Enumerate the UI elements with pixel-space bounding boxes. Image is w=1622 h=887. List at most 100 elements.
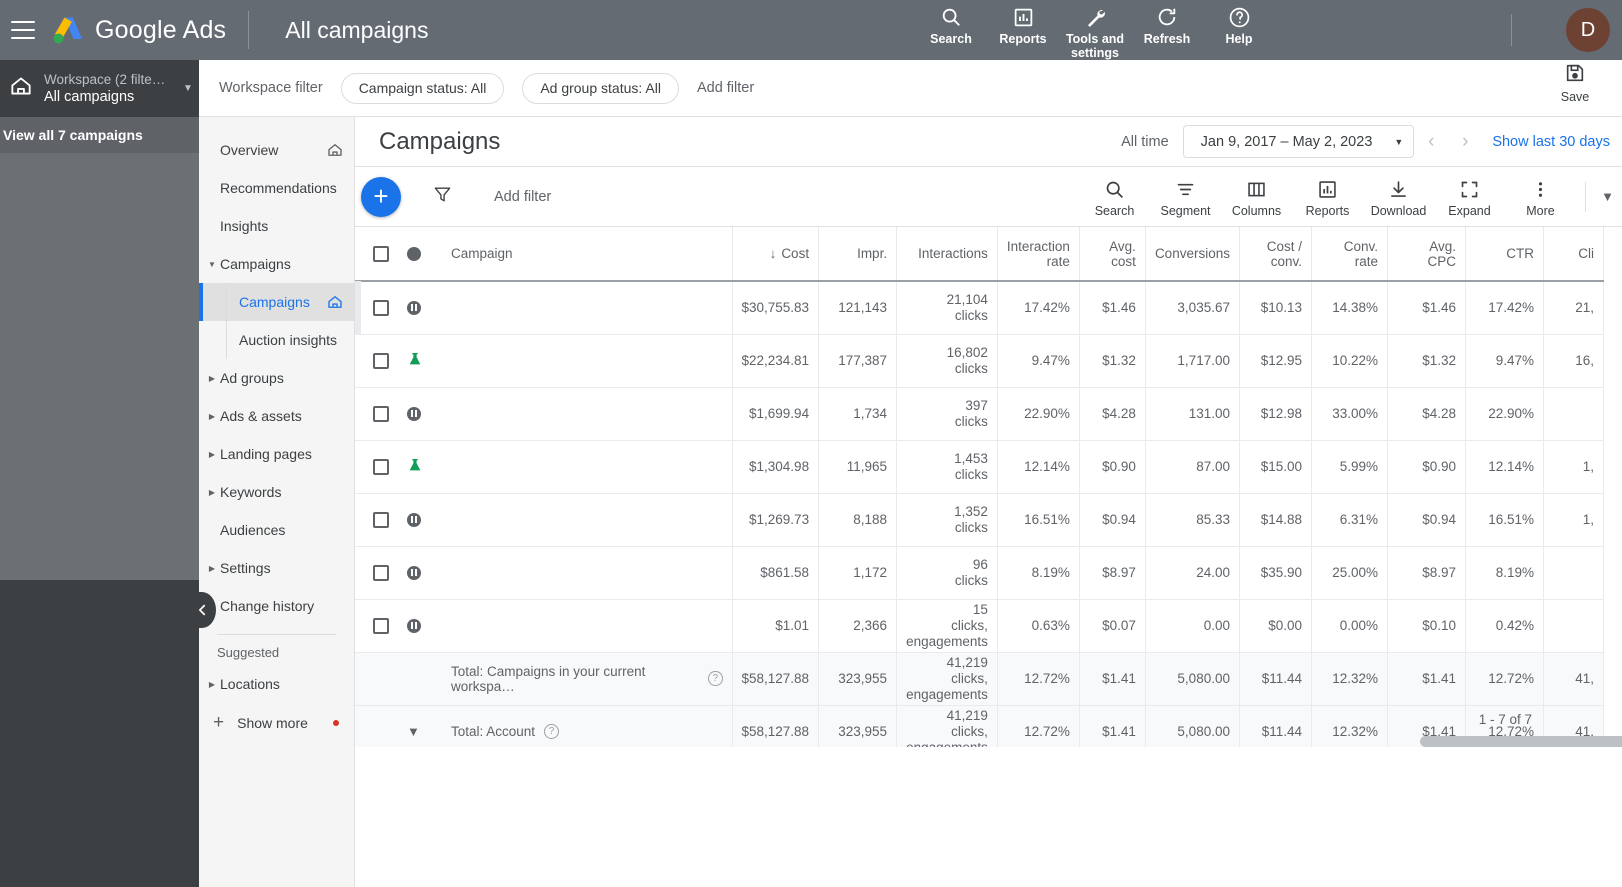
sidebar-item-recommendations[interactable]: Recommendations bbox=[199, 169, 354, 207]
sidebar-item-insights[interactable]: Insights bbox=[199, 207, 354, 245]
row-checkbox[interactable] bbox=[373, 458, 389, 475]
row-checkbox[interactable] bbox=[373, 617, 389, 634]
column-header-cost[interactable]: ↓ Cost bbox=[732, 227, 820, 282]
cell-conversions: 85.33 bbox=[1145, 493, 1240, 546]
sidebar-item-campaigns[interactable]: ▼ Campaigns bbox=[199, 245, 354, 283]
column-header-ctr[interactable]: CTR bbox=[1465, 227, 1544, 282]
workspace-selector[interactable]: Workspace (2 filte… All campaigns ▼ bbox=[0, 60, 199, 117]
cell-conv-rate: 5.99% bbox=[1311, 440, 1388, 493]
sidebar-item-audiences[interactable]: Audiences bbox=[199, 511, 354, 549]
cell-conversions: 5,080.00 bbox=[1145, 652, 1240, 705]
topbar-search-button[interactable]: Search bbox=[915, 4, 987, 46]
column-header-interaction-rate[interactable]: Interaction rate bbox=[997, 227, 1080, 282]
row-campaign-name-cell[interactable] bbox=[442, 334, 733, 387]
cell-clicks bbox=[1543, 387, 1604, 440]
topbar-help-button[interactable]: Help bbox=[1203, 4, 1275, 46]
filter-funnel-icon[interactable] bbox=[433, 185, 452, 209]
help-icon[interactable]: ? bbox=[544, 724, 560, 739]
chip-campaign-status[interactable]: Campaign status: All bbox=[340, 72, 505, 104]
toolbar-collapse-chevron-icon[interactable]: ▼ bbox=[1601, 189, 1614, 204]
cell-impr: 1,172 bbox=[818, 546, 898, 599]
menu-hamburger-icon[interactable] bbox=[11, 21, 35, 39]
row-checkbox[interactable] bbox=[373, 511, 389, 528]
row-campaign-name-cell[interactable] bbox=[442, 440, 733, 493]
date-prev-button[interactable]: ‹ bbox=[1414, 131, 1448, 153]
sidebar-item-landing-pages[interactable]: ▶ Landing pages bbox=[199, 435, 354, 473]
total-row-spacer bbox=[355, 652, 398, 705]
table-reports-button[interactable]: Reports bbox=[1292, 175, 1363, 218]
sidebar-item-keywords[interactable]: ▶ Keywords bbox=[199, 473, 354, 511]
total-row-expand-cell bbox=[398, 652, 442, 705]
table-search-button[interactable]: Search bbox=[1079, 175, 1150, 218]
sidebar-item-change-history[interactable]: Change history bbox=[199, 587, 354, 625]
sidebar-item-campaigns[interactable]: Campaigns bbox=[199, 283, 354, 321]
column-header-clicks[interactable]: Cli bbox=[1543, 227, 1604, 282]
plus-icon: + bbox=[213, 712, 225, 733]
topbar-refresh-button[interactable]: Refresh bbox=[1131, 4, 1203, 46]
sidebar-item-overview[interactable]: Overview bbox=[199, 131, 354, 169]
cell-avg-cost: $1.41 bbox=[1079, 652, 1146, 705]
table-more-button[interactable]: More bbox=[1505, 175, 1576, 218]
sidebar-show-more-button[interactable]: + Show more bbox=[199, 703, 354, 743]
cell-cost-conv: $12.98 bbox=[1239, 387, 1312, 440]
expand-total-caret-icon[interactable]: ▼ bbox=[407, 724, 420, 739]
row-status-cell bbox=[398, 387, 442, 440]
table-expand-button[interactable]: Expand bbox=[1434, 175, 1505, 218]
select-all-checkbox[interactable] bbox=[373, 245, 389, 262]
column-header-interactions[interactable]: Interactions bbox=[896, 227, 998, 282]
column-header-avg-cpc[interactable]: Avg. CPC bbox=[1387, 227, 1466, 282]
column-header-cost-conv[interactable]: Cost / conv. bbox=[1239, 227, 1312, 282]
help-icon[interactable]: ? bbox=[708, 671, 723, 686]
table-segment-button[interactable]: Segment bbox=[1150, 175, 1221, 218]
cell-interaction-rate: 17.42% bbox=[997, 281, 1080, 334]
row-campaign-name-cell[interactable] bbox=[442, 387, 733, 440]
table-row: $1,304.98 11,965 1,453 clicks 12.14% $0.90 87.… bbox=[355, 440, 1604, 493]
collapse-panel-button[interactable] bbox=[188, 592, 216, 628]
save-button[interactable]: Save bbox=[1544, 62, 1606, 104]
table-add-filter-button[interactable]: Add filter bbox=[494, 189, 551, 205]
show-last-30-days-link[interactable]: Show last 30 days bbox=[1492, 134, 1610, 150]
table-columns-button[interactable]: Columns bbox=[1221, 175, 1292, 218]
table-total-row: Total: Campaigns in your current workspa… bbox=[355, 652, 1604, 705]
new-campaign-button[interactable]: + bbox=[361, 176, 401, 217]
avatar[interactable]: D bbox=[1566, 8, 1610, 52]
row-checkbox[interactable] bbox=[373, 405, 389, 422]
cell-conv-rate: 6.31% bbox=[1311, 493, 1388, 546]
row-checkbox[interactable] bbox=[373, 299, 389, 316]
topbar-tools-button[interactable]: Tools and settings bbox=[1059, 4, 1131, 60]
sidebar-item-ad-groups[interactable]: ▶ Ad groups bbox=[199, 359, 354, 397]
topbar-reports-button[interactable]: Reports bbox=[987, 4, 1059, 46]
column-header-conversions[interactable]: Conversions bbox=[1145, 227, 1240, 282]
workspace-line2: All campaigns bbox=[44, 89, 135, 105]
date-range-selector[interactable]: Jan 9, 2017 – May 2, 2023 ▼ bbox=[1182, 125, 1415, 158]
row-checkbox[interactable] bbox=[373, 352, 389, 369]
wrench-icon bbox=[1059, 4, 1131, 30]
column-header-avg-cost[interactable]: Avg. cost bbox=[1079, 227, 1146, 282]
sidebar-item-locations[interactable]: ▶ Locations bbox=[199, 665, 354, 703]
sidebar-item-auction-insights[interactable]: Auction insights bbox=[199, 321, 354, 359]
cell-avg-cost: $8.97 bbox=[1079, 546, 1146, 599]
chip-ad-group-status[interactable]: Ad group status: All bbox=[522, 72, 679, 104]
column-header-campaign[interactable]: Campaign bbox=[442, 227, 733, 282]
row-campaign-name-cell[interactable] bbox=[442, 546, 733, 599]
workspace-add-filter-button[interactable]: Add filter bbox=[697, 80, 754, 96]
sidebar-item-settings[interactable]: ▶ Settings bbox=[199, 549, 354, 587]
table-row: $1,699.94 1,734 397 clicks 22.90% $4.28 131.00… bbox=[355, 387, 1604, 440]
row-status-cell bbox=[398, 334, 442, 387]
column-header-label: Cost bbox=[781, 246, 810, 261]
table-expand-label: Expand bbox=[1448, 204, 1491, 218]
view-all-campaigns-link[interactable]: View all 7 campaigns bbox=[0, 117, 199, 153]
row-checkbox[interactable] bbox=[373, 564, 389, 581]
horizontal-scrollbar-thumb[interactable] bbox=[1420, 736, 1622, 747]
column-header-conv-rate[interactable]: Conv. rate bbox=[1311, 227, 1388, 282]
cell-cost-conv: $35.90 bbox=[1239, 546, 1312, 599]
table-download-button[interactable]: Download bbox=[1363, 175, 1434, 218]
row-campaign-name-cell[interactable] bbox=[442, 599, 733, 652]
row-campaign-name-cell[interactable] bbox=[442, 493, 733, 546]
chevron-down-icon: ▼ bbox=[183, 83, 193, 94]
sidebar-item-ads-assets[interactable]: ▶ Ads & assets bbox=[199, 397, 354, 435]
horizontal-scrollbar-track bbox=[710, 736, 1622, 747]
date-next-button[interactable]: › bbox=[1448, 131, 1482, 153]
row-campaign-name-cell[interactable] bbox=[442, 281, 733, 334]
column-header-impr[interactable]: Impr. bbox=[818, 227, 898, 282]
